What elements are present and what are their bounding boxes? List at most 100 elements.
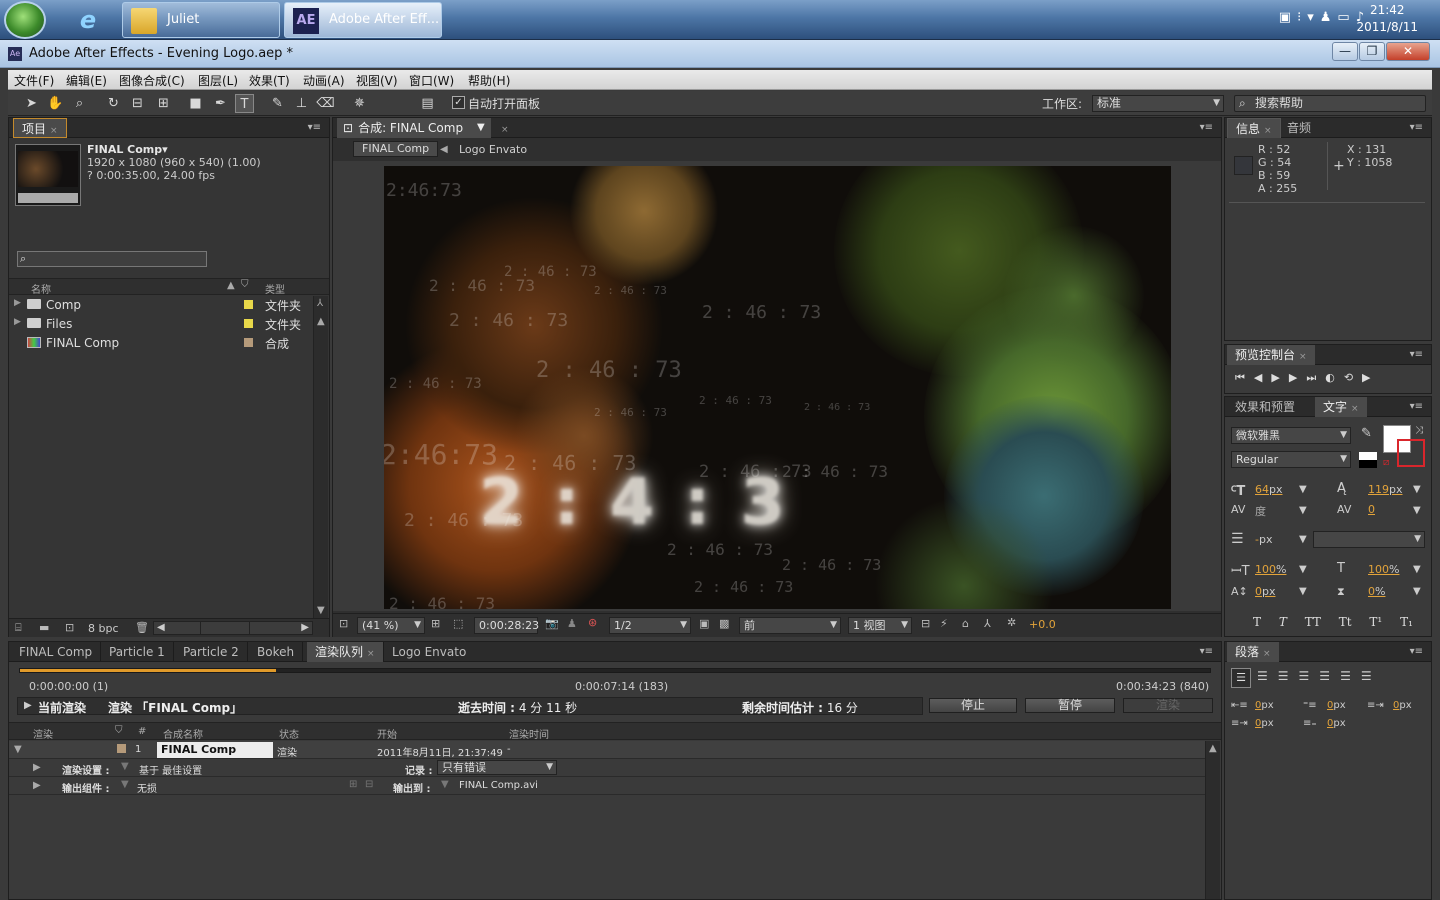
- column-type[interactable]: 类型: [265, 281, 285, 296]
- tab-composition[interactable]: ⊡ 合成: FINAL Comp ▼: [337, 118, 491, 138]
- chevron-down-icon[interactable]: ▼: [1413, 564, 1421, 575]
- magnification-dropdown[interactable]: (41 %) ▼: [357, 617, 425, 634]
- project-item-files-folder[interactable]: ▶ Files 文件夹: [9, 315, 313, 334]
- transparency-grid-icon[interactable]: ▩: [719, 617, 729, 630]
- monitor-icon[interactable]: ▭: [1337, 10, 1355, 25]
- region-of-interest-icon[interactable]: ▣: [699, 617, 709, 630]
- search-help-field[interactable]: ⌕ 搜索帮助: [1234, 95, 1426, 112]
- column-comp-name[interactable]: 合成名称: [163, 726, 203, 741]
- white-swatch[interactable]: [1359, 452, 1377, 460]
- remove-output-icon[interactable]: ⊟: [365, 779, 373, 790]
- panel-menu-icon[interactable]: ▾≡: [1200, 646, 1213, 657]
- indent-right-value[interactable]: 0px: [1393, 700, 1412, 711]
- label-color-swatch[interactable]: [244, 300, 253, 309]
- last-frame-icon[interactable]: ⏭: [1306, 371, 1325, 384]
- column-number[interactable]: #: [138, 726, 146, 737]
- always-preview-icon[interactable]: ⊡: [339, 617, 348, 630]
- swap-colors-icon[interactable]: ⤨: [1415, 425, 1423, 436]
- chevron-down-icon[interactable]: ▼: [477, 118, 485, 138]
- font-style-dropdown[interactable]: Regular ▼: [1231, 451, 1351, 468]
- project-item-final-comp[interactable]: FINAL Comp 合成: [9, 334, 313, 353]
- qq-icon[interactable]: ♟: [1320, 10, 1338, 25]
- scroll-down-icon[interactable]: ▼: [317, 605, 325, 616]
- black-swatch[interactable]: [1359, 460, 1377, 468]
- close-icon[interactable]: ×: [489, 118, 517, 138]
- close-button[interactable]: ✕: [1386, 42, 1430, 61]
- eraser-tool-icon[interactable]: ⌫: [316, 94, 335, 113]
- item-comp-name[interactable]: FINAL Comp: [157, 742, 273, 758]
- brush-tool-icon[interactable]: ✎: [268, 94, 287, 113]
- tab-project[interactable]: 项目 ×: [13, 118, 67, 138]
- menu-view[interactable]: 视图(V): [356, 72, 398, 89]
- tab-effects-presets[interactable]: 效果和预置: [1227, 397, 1303, 417]
- no-color-icon[interactable]: ⧄: [1383, 457, 1389, 468]
- label-color-swatch[interactable]: [244, 338, 253, 347]
- interpret-footage-icon[interactable]: ⌸: [15, 621, 22, 635]
- safe-zones-icon[interactable]: ⊞: [431, 617, 440, 630]
- flowchart-icon[interactable]: ⅄: [317, 298, 323, 309]
- tab-preview[interactable]: 预览控制台 ×: [1227, 345, 1315, 365]
- chevron-down-icon[interactable]: ▼: [1413, 505, 1421, 516]
- close-icon[interactable]: ×: [1264, 126, 1272, 136]
- log-dropdown[interactable]: 只有错误 ▼: [437, 760, 557, 775]
- horizontal-scale-value[interactable]: 100%: [1368, 563, 1399, 576]
- label-tag-icon[interactable]: ⛉: [115, 725, 123, 736]
- column-started[interactable]: 开始: [377, 726, 397, 741]
- scroll-up-icon[interactable]: ▲: [1209, 743, 1217, 754]
- subscript-button[interactable]: T₁: [1400, 615, 1413, 629]
- output-to-value[interactable]: FINAL Comp.avi: [459, 780, 538, 791]
- panel-menu-icon[interactable]: ▾≡: [308, 122, 321, 133]
- label-tag-icon[interactable]: ⛉: [241, 279, 249, 290]
- superscript-button[interactable]: T¹: [1369, 615, 1382, 629]
- project-hscrollbar[interactable]: ◀ ▶: [153, 621, 313, 635]
- stroke-color-swatch[interactable]: [1397, 439, 1425, 467]
- column-render[interactable]: 渲染: [33, 726, 53, 741]
- chevron-down-icon[interactable]: ▼: [1299, 564, 1307, 575]
- new-composition-icon[interactable]: ⊡: [65, 621, 74, 634]
- chevron-down-icon[interactable]: ▼: [1299, 484, 1307, 495]
- fast-previews-icon[interactable]: ⚡: [940, 617, 948, 630]
- stroke-width-value[interactable]: -px: [1255, 533, 1272, 546]
- exposure-value[interactable]: +0.0: [1029, 618, 1056, 631]
- indent-left-value[interactable]: 0px: [1255, 700, 1274, 711]
- panel-menu-icon[interactable]: ▾≡: [1410, 401, 1423, 412]
- camera-tool-icon[interactable]: ⊟: [128, 94, 147, 113]
- panel-menu-icon[interactable]: ▾≡: [1200, 122, 1213, 133]
- space-after-value[interactable]: 0px: [1327, 718, 1346, 729]
- audio-icon[interactable]: ◐: [1325, 371, 1344, 384]
- faux-italic-button[interactable]: T: [1279, 615, 1287, 629]
- snapshot-icon[interactable]: 📷: [545, 617, 559, 630]
- tracking-value[interactable]: 0: [1368, 503, 1375, 516]
- start-button[interactable]: [4, 1, 46, 39]
- taskbar-button-explorer[interactable]: Juliet: [122, 2, 280, 38]
- previous-frame-icon[interactable]: ◀: [1254, 371, 1271, 384]
- menu-window[interactable]: 窗口(W): [409, 72, 454, 89]
- collapse-triangle-icon[interactable]: ▼: [14, 744, 22, 755]
- eyedropper-icon[interactable]: ✎: [1361, 426, 1372, 441]
- tab-paragraph[interactable]: 段落 ×: [1227, 642, 1279, 662]
- panel-menu-icon[interactable]: ▾≡: [1410, 122, 1423, 133]
- tab-render-queue[interactable]: 渲染队列 ×: [307, 642, 383, 662]
- panel-menu-icon[interactable]: ▾≡: [1410, 646, 1423, 657]
- exposure-icon[interactable]: ✲: [1007, 616, 1016, 629]
- chevron-down-icon[interactable]: ▼: [1299, 505, 1307, 516]
- menu-composition[interactable]: 图像合成(C): [119, 72, 185, 89]
- tab-particle-1[interactable]: Particle 1: [101, 642, 174, 662]
- close-icon[interactable]: ×: [1351, 404, 1359, 414]
- taskbar-button-after-effects[interactable]: AE Adobe After Eff...: [284, 2, 442, 38]
- taskbar-clock[interactable]: 21:42 2011/8/11: [1356, 2, 1418, 36]
- font-size-value[interactable]: 64px: [1255, 483, 1283, 496]
- column-name[interactable]: 名称: [31, 281, 51, 296]
- panel-menu-icon[interactable]: ▾≡: [1410, 349, 1423, 360]
- breadcrumb-final-comp[interactable]: FINAL Comp: [353, 141, 439, 157]
- chevron-down-icon[interactable]: ▼: [1413, 484, 1421, 495]
- new-folder-icon[interactable]: ▬: [39, 621, 49, 634]
- pause-button[interactable]: 暂停: [1025, 698, 1115, 713]
- align-left-icon[interactable]: ☰: [1231, 668, 1251, 688]
- trash-icon[interactable]: 🗑: [135, 621, 149, 634]
- baseline-shift-value[interactable]: 0px: [1255, 585, 1276, 598]
- chevron-down-icon[interactable]: ▼: [441, 779, 449, 790]
- composition-viewer[interactable]: 2:46:73 2 : 46 : 73 2 : 46 : 73 2 : 46 :…: [384, 166, 1171, 609]
- justify-all-icon[interactable]: ☰: [1361, 669, 1382, 683]
- close-icon[interactable]: ×: [367, 649, 375, 659]
